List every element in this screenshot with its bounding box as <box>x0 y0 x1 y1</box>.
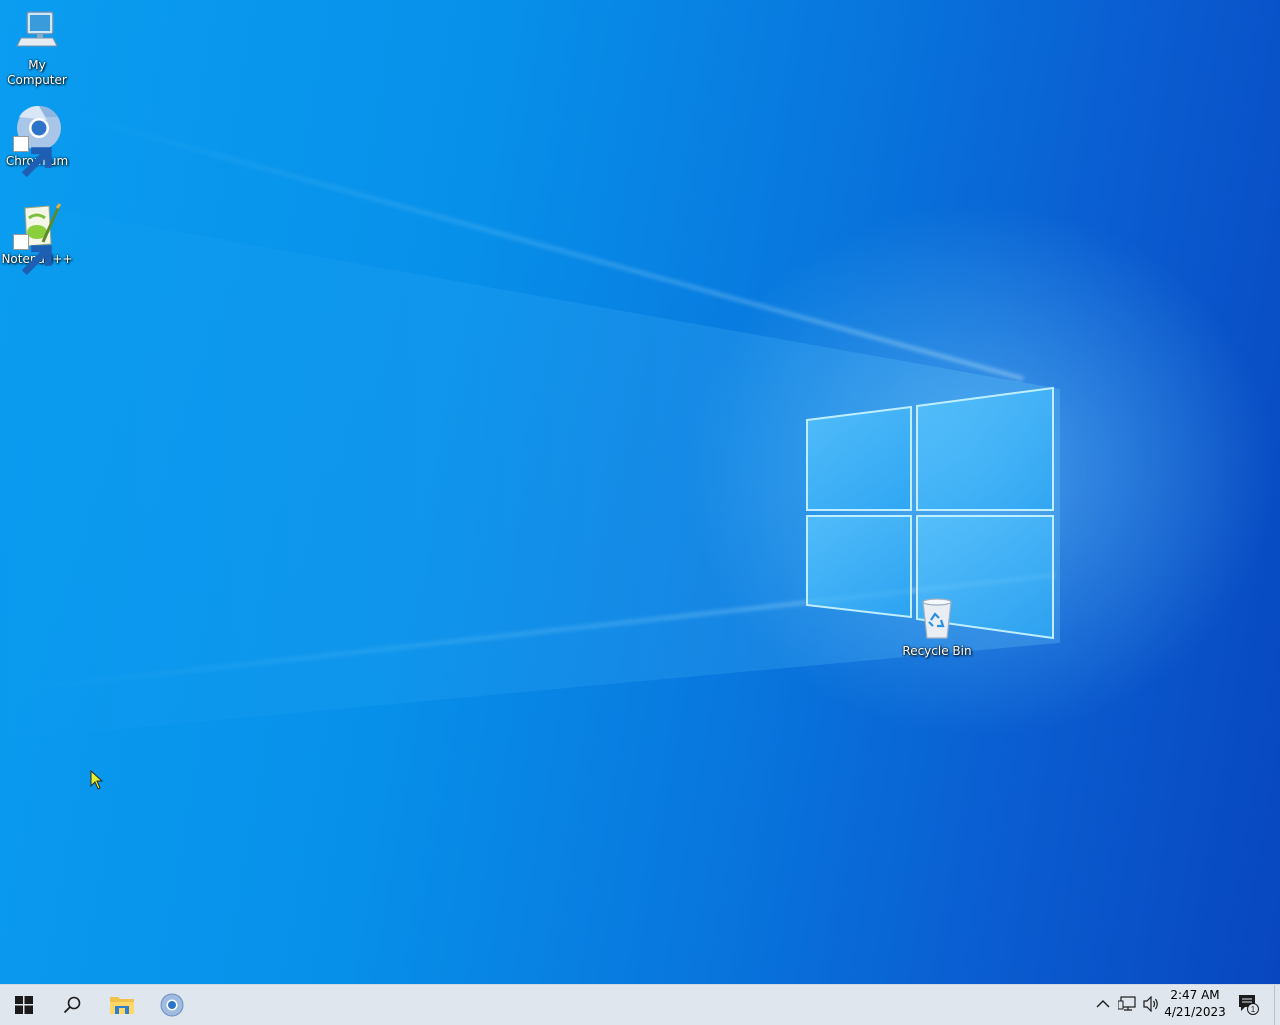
taskbar: 2:47 AM 4/21/2023 1 <box>0 984 1280 1025</box>
computer-icon <box>13 8 61 56</box>
desktop-icon-my-computer[interactable]: My Computer <box>0 8 74 88</box>
show-hidden-icons-button[interactable] <box>1092 993 1114 1015</box>
wallpaper-beam-upper <box>59 110 1024 381</box>
file-explorer-icon <box>110 997 134 1014</box>
network-status-button[interactable] <box>1116 993 1138 1015</box>
desktop-icon-chromium[interactable]: Chromium <box>0 104 74 178</box>
chromium-icon <box>160 993 184 1017</box>
shortcut-arrow-icon <box>13 136 52 178</box>
recycle-bin-icon <box>913 594 961 642</box>
chevron-up-icon <box>1096 1000 1110 1008</box>
mouse-cursor-icon <box>90 770 104 790</box>
desktop[interactable]: My Computer Chromium Notepad++ Recycle B… <box>0 0 1280 984</box>
taskbar-file-explorer[interactable] <box>98 985 146 1025</box>
shortcut-arrow-icon <box>13 234 52 276</box>
start-button[interactable] <box>0 985 48 1025</box>
desktop-icon-label: Recycle Bin <box>902 644 972 658</box>
network-icon <box>1118 996 1136 1011</box>
chromium-icon <box>13 104 61 178</box>
taskbar-chromium[interactable] <box>148 985 196 1025</box>
volume-button[interactable] <box>1140 993 1162 1015</box>
notification-count: 1 <box>1251 1005 1256 1014</box>
action-center-button[interactable]: 1 <box>1236 993 1260 1015</box>
desktop-icon-label: My Computer <box>7 58 67 87</box>
action-center-icon: 1 <box>1239 995 1259 1015</box>
search-button[interactable] <box>48 985 96 1025</box>
clock-date: 4/21/2023 <box>1164 1005 1226 1019</box>
show-desktop-button[interactable] <box>1274 985 1280 1025</box>
volume-icon <box>1143 996 1158 1012</box>
desktop-icon-notepadpp[interactable]: Notepad++ <box>0 202 74 276</box>
search-icon <box>63 996 81 1014</box>
clock-time: 2:47 AM <box>1170 988 1220 1002</box>
notepadpp-icon <box>13 202 62 276</box>
windows-start-icon <box>15 996 33 1014</box>
taskbar-clock[interactable]: 2:47 AM 4/21/2023 <box>1160 987 1230 1021</box>
desktop-icon-recycle-bin[interactable]: Recycle Bin <box>900 594 974 659</box>
